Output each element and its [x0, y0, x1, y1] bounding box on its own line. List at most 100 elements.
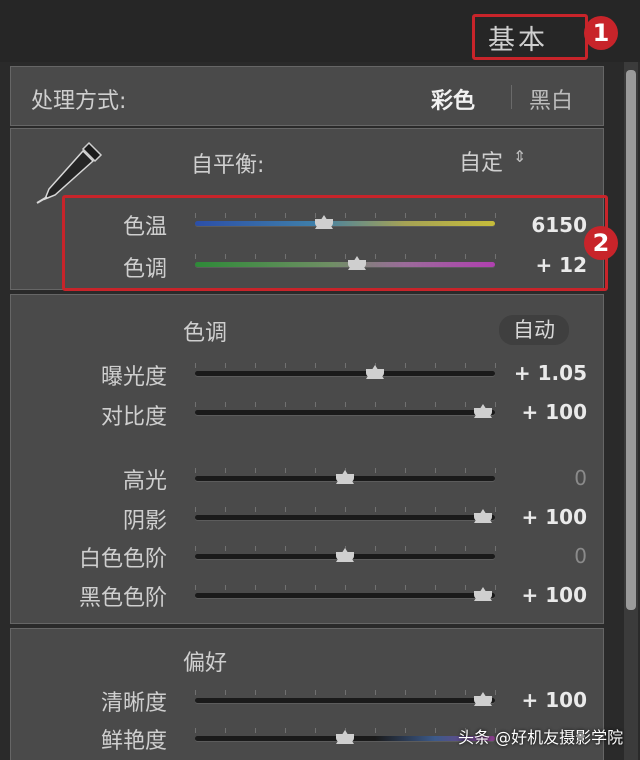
whites-value[interactable]: 0 — [497, 544, 587, 568]
slider-tick — [285, 363, 286, 368]
watermark-text: 头条 @好机友摄影学院 — [458, 728, 624, 747]
contrast-slider-thumb[interactable] — [474, 404, 492, 418]
slider-tick — [285, 546, 286, 551]
slider-tick — [465, 585, 466, 590]
slider-label-whites: 白色色阶 — [78, 547, 167, 572]
slider-tick — [285, 468, 286, 473]
slider-tick — [195, 690, 196, 695]
exposure-value[interactable]: + 1.05 — [497, 361, 587, 385]
slider-tick — [255, 363, 256, 368]
slider-tick — [495, 468, 496, 473]
slider-tick — [255, 585, 256, 590]
presence-heading: 偏好 — [183, 651, 228, 676]
whites-slider-thumb[interactable] — [336, 548, 354, 562]
slider-tick — [195, 507, 196, 512]
slider-tick — [375, 468, 376, 473]
slider-tick — [405, 728, 406, 733]
panel-scrollbar[interactable] — [624, 62, 638, 760]
slider-tick — [495, 546, 496, 551]
slider-tick — [195, 546, 196, 551]
slider-tick — [195, 585, 196, 590]
slider-tick — [495, 402, 496, 407]
clarity-slider-track[interactable] — [195, 698, 495, 703]
shadows-value[interactable]: + 100 — [497, 505, 587, 529]
slider-tick — [495, 585, 496, 590]
highlights-slider-thumb[interactable] — [336, 470, 354, 484]
slider-label-shadows: 阴影 — [122, 509, 167, 534]
slider-tick — [225, 363, 226, 368]
slider-tick — [195, 402, 196, 407]
slider-tick — [255, 690, 256, 695]
slider-tick — [405, 546, 406, 551]
tone-section: 色调 自动 曝光度 + 1.05 对比度 + 100 高光 0 阴影 + 100… — [10, 294, 604, 624]
clarity-slider-thumb[interactable] — [474, 692, 492, 706]
slider-tick — [435, 402, 436, 407]
slider-tick — [405, 363, 406, 368]
slider-tick — [345, 585, 346, 590]
slider-tick — [255, 728, 256, 733]
slider-tick — [195, 468, 196, 473]
shadows-slider-track[interactable] — [195, 515, 495, 520]
slider-tick — [225, 546, 226, 551]
annotation-badge-2: 2 — [584, 226, 618, 260]
slider-tick — [375, 728, 376, 733]
slider-tick — [465, 402, 466, 407]
slider-tick — [375, 546, 376, 551]
slider-label-clarity: 清晰度 — [100, 691, 167, 716]
slider-tick — [345, 402, 346, 407]
treatment-section: 处理方式: 彩色 黑白 — [10, 66, 604, 126]
slider-label-contrast: 对比度 — [100, 405, 167, 430]
slider-tick — [255, 507, 256, 512]
slider-tick — [285, 402, 286, 407]
slider-tick — [435, 585, 436, 590]
tone-heading: 色调 — [183, 321, 228, 346]
blacks-slider-thumb[interactable] — [474, 587, 492, 601]
contrast-slider-track[interactable] — [195, 410, 495, 415]
slider-tick — [285, 690, 286, 695]
blacks-value[interactable]: + 100 — [497, 583, 587, 607]
clarity-value[interactable]: + 100 — [497, 688, 587, 712]
treatment-divider — [511, 85, 512, 109]
slider-label-vibrance: 鲜艳度 — [100, 729, 167, 754]
treatment-option-bw[interactable]: 黑白 — [529, 83, 573, 115]
shadows-slider-thumb[interactable] — [474, 509, 492, 523]
slider-tick — [495, 363, 496, 368]
scrollbar-thumb[interactable] — [626, 70, 636, 610]
slider-tick — [225, 690, 226, 695]
slider-tick — [345, 690, 346, 695]
slider-tick — [315, 468, 316, 473]
white-balance-label: 自平衡: — [191, 153, 265, 178]
treatment-label: 处理方式: — [31, 89, 127, 114]
slider-tick — [285, 585, 286, 590]
contrast-value[interactable]: + 100 — [497, 400, 587, 424]
slider-tick — [435, 690, 436, 695]
slider-tick — [375, 690, 376, 695]
blacks-slider-track[interactable] — [195, 593, 495, 598]
slider-tick — [495, 690, 496, 695]
slider-label-blacks: 黑色色阶 — [78, 586, 167, 611]
slider-tick — [405, 468, 406, 473]
exposure-slider-track[interactable] — [195, 371, 495, 376]
slider-tick — [405, 690, 406, 695]
slider-tick — [195, 363, 196, 368]
slider-tick — [225, 728, 226, 733]
tone-auto-button[interactable]: 自动 — [499, 315, 569, 345]
slider-tick — [315, 402, 316, 407]
slider-tick — [345, 363, 346, 368]
treatment-option-color[interactable]: 彩色 — [431, 83, 475, 115]
slider-tick — [225, 402, 226, 407]
vibrance-slider-thumb[interactable] — [336, 730, 354, 744]
white-balance-preset-value: 自定 — [459, 151, 504, 176]
slider-label-exposure: 曝光度 — [100, 365, 167, 390]
slider-tick — [465, 546, 466, 551]
highlights-value[interactable]: 0 — [497, 466, 587, 490]
slider-tick — [435, 546, 436, 551]
slider-tick — [375, 402, 376, 407]
slider-tick — [315, 546, 316, 551]
white-balance-preset-dropdown[interactable]: 自定 ⇕ — [459, 145, 539, 176]
slider-tick — [405, 402, 406, 407]
slider-tick — [465, 363, 466, 368]
annotation-badge-1: 1 — [584, 16, 618, 50]
exposure-slider-thumb[interactable] — [366, 365, 384, 379]
slider-tick — [195, 728, 196, 733]
